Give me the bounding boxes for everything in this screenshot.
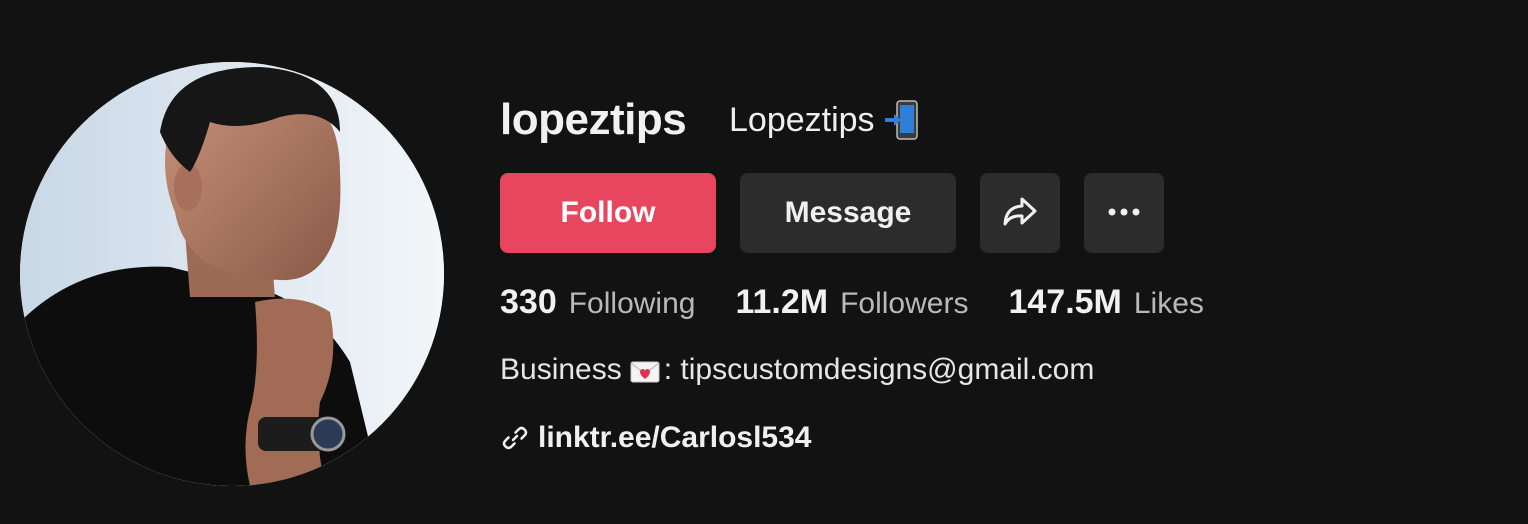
- followers-count: 11.2M: [735, 282, 829, 321]
- message-button-label: Message: [784, 196, 912, 229]
- stat-following[interactable]: 330 Following: [500, 283, 695, 322]
- bio-email: : tipscustomdesigns@gmail.com: [663, 353, 1095, 386]
- nickname-row: Lopeztips: [729, 96, 921, 144]
- profile-stats: 330 Following 11.2M Followers 147.5M Lik…: [500, 276, 1244, 328]
- profile-link[interactable]: linktr.ee/Carlosl534: [500, 416, 812, 460]
- followers-label: Followers: [840, 286, 969, 320]
- follow-button[interactable]: Follow: [500, 173, 716, 253]
- following-count: 330: [500, 282, 557, 321]
- more-dots-icon: [1106, 204, 1142, 222]
- link-icon: [500, 423, 530, 453]
- love-letter-icon: [630, 358, 660, 383]
- more-options-button[interactable]: [1084, 173, 1164, 253]
- message-button[interactable]: Message: [740, 173, 956, 253]
- likes-count: 147.5M: [1008, 282, 1122, 321]
- mobile-phone-arrow-icon: [884, 100, 921, 140]
- nickname: Lopeztips: [729, 101, 875, 139]
- profile-avatar[interactable]: [20, 62, 444, 486]
- share-arrow-icon: [1000, 191, 1040, 236]
- share-button[interactable]: [980, 173, 1060, 253]
- following-label: Following: [568, 286, 696, 320]
- stat-followers[interactable]: 11.2M Followers: [735, 283, 968, 322]
- stat-likes: 147.5M Likes: [1008, 283, 1203, 322]
- bio: Business : tipscustomdesigns@gmail.com: [500, 348, 1094, 392]
- username: lopeztips: [500, 95, 687, 144]
- avatar-photo: [20, 62, 444, 486]
- link-text[interactable]: linktr.ee/Carlosl534: [538, 421, 812, 455]
- bio-prefix: Business: [500, 353, 622, 386]
- likes-label: Likes: [1133, 286, 1204, 320]
- follow-button-label: Follow: [560, 196, 656, 229]
